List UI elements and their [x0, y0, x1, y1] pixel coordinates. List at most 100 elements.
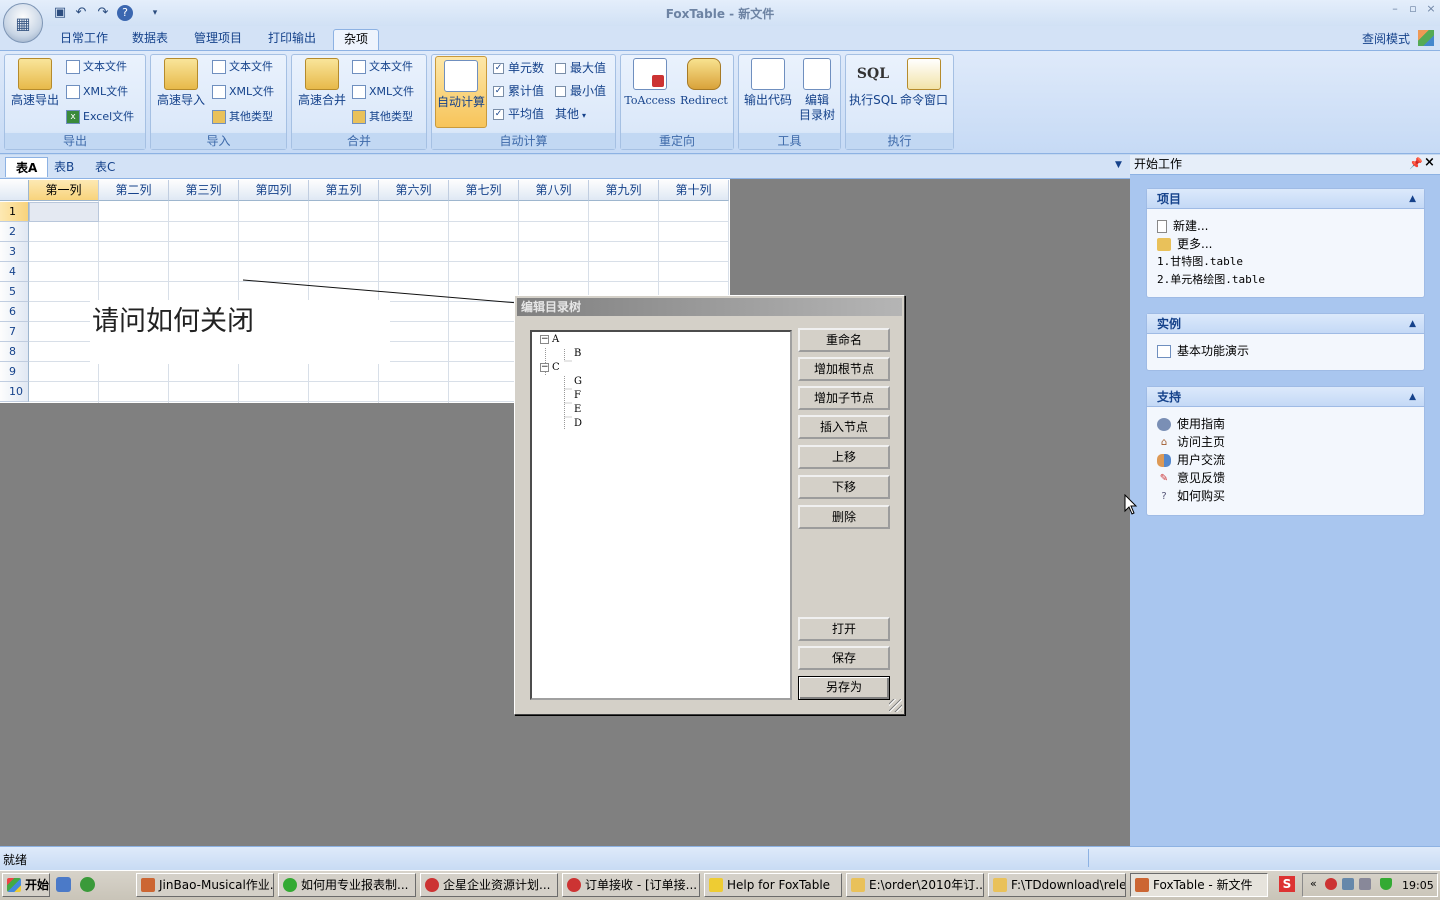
taskbar-item-2[interactable]: 如何用专业报表制... — [278, 873, 416, 897]
delete-button[interactable]: 删除 — [798, 505, 890, 529]
view-mode-button[interactable]: 查阅模式 — [1362, 30, 1410, 47]
recent-file-2[interactable]: 2.单元格绘图.table — [1147, 271, 1424, 289]
resize-grip-icon[interactable] — [889, 699, 902, 712]
collapse-up-icon[interactable]: ▲ — [1409, 314, 1416, 334]
merge-other-type[interactable]: 其他类型 — [352, 108, 413, 126]
collapse-up-icon[interactable]: ▲ — [1409, 387, 1416, 407]
sheet-list-dropdown-icon[interactable]: ▼ — [1115, 160, 1122, 170]
feedback-link[interactable]: ✎ 意见反馈 — [1147, 469, 1424, 487]
add-child-node-button[interactable]: 增加子节点 — [798, 386, 890, 410]
close-pane-icon[interactable]: × — [1424, 155, 1435, 170]
import-other-type[interactable]: 其他类型 — [212, 108, 273, 126]
move-down-button[interactable]: 下移 — [798, 475, 890, 499]
check-min[interactable]: 最小值 — [555, 82, 606, 100]
tree-view[interactable]: − A B − C G F E D — [530, 330, 792, 700]
tray-shield-icon[interactable] — [1380, 878, 1392, 890]
taskbar-item-1[interactable]: JinBao-Musical作业... — [136, 873, 274, 897]
tab-daily-work[interactable]: 日常工作 — [50, 29, 118, 50]
app-menu-button[interactable]: ▦ — [3, 3, 43, 43]
row-header[interactable]: 5 — [0, 282, 29, 302]
tree-node-e[interactable]: E — [574, 403, 581, 417]
new-link[interactable]: 新建... — [1147, 217, 1424, 235]
quicklaunch-browser-icon[interactable] — [80, 877, 95, 892]
exec-sql-button[interactable]: SQL 执行SQL — [849, 58, 897, 108]
export-excel-file[interactable]: x Excel文件 — [66, 108, 134, 126]
tree-node-f[interactable]: F — [574, 389, 581, 403]
open-button[interactable]: 打开 — [798, 617, 890, 641]
row-header[interactable]: 9 — [0, 362, 29, 382]
section-header[interactable]: 实例 ▲ — [1147, 314, 1424, 334]
row-header[interactable]: 3 — [0, 242, 29, 262]
tree-node-a[interactable]: − A — [540, 333, 559, 347]
to-access-button[interactable]: ToAccess — [624, 58, 676, 108]
taskbar-item-7[interactable]: F:\TDdownload\rele... — [988, 873, 1126, 897]
save-as-button[interactable]: 另存为 — [798, 676, 890, 700]
pin-icon[interactable]: 📌 — [1409, 157, 1423, 170]
sheet-tab-c[interactable]: 表C — [85, 157, 125, 177]
taskbar-item-8[interactable]: FoxTable - 新文件 — [1130, 873, 1268, 897]
export-text-file[interactable]: 文本文件 — [66, 58, 127, 76]
minimize-button[interactable]: – — [1386, 2, 1404, 18]
column-header[interactable]: 第十列 — [659, 180, 729, 201]
row-header[interactable]: 1 — [0, 202, 29, 222]
column-header[interactable]: 第一列 — [29, 180, 99, 201]
guide-link[interactable]: 使用指南 — [1147, 415, 1424, 433]
export-xml-file[interactable]: XML文件 — [66, 83, 128, 101]
check-max[interactable]: 最大值 — [555, 59, 606, 77]
basic-demo-link[interactable]: 基本功能演示 — [1147, 342, 1424, 360]
auto-calc-button[interactable]: 自动计算 — [435, 56, 487, 128]
import-xml-file[interactable]: XML文件 — [212, 83, 274, 101]
export-code-button[interactable]: 输出代码 — [742, 58, 794, 108]
collapse-icon[interactable]: − — [540, 335, 549, 344]
rename-button[interactable]: 重命名 — [798, 328, 890, 352]
users-icon[interactable] — [1418, 30, 1434, 46]
sheet-tab-a[interactable]: 表A — [5, 157, 49, 177]
homepage-link[interactable]: ⌂ 访问主页 — [1147, 433, 1424, 451]
section-header[interactable]: 支持 ▲ — [1147, 387, 1424, 407]
tray-app-icon[interactable] — [1325, 878, 1337, 890]
maximize-button[interactable]: ▫ — [1404, 2, 1422, 18]
column-header[interactable]: 第八列 — [519, 180, 589, 201]
column-header[interactable]: 第二列 — [99, 180, 169, 201]
fast-export-button[interactable]: 高速导出 — [8, 58, 62, 108]
redirect-button[interactable]: Redirect — [678, 58, 730, 108]
add-root-node-button[interactable]: 增加根节点 — [798, 357, 890, 381]
column-header[interactable]: 第六列 — [379, 180, 449, 201]
start-button[interactable]: 开始 — [2, 873, 50, 897]
recent-file-1[interactable]: 1.甘特图.table — [1147, 253, 1424, 271]
edit-tree-button[interactable]: 编辑 目录树 — [794, 58, 840, 123]
import-text-file[interactable]: 文本文件 — [212, 58, 273, 76]
row-header[interactable]: 8 — [0, 342, 29, 362]
save-button[interactable]: 保存 — [798, 646, 890, 670]
community-link[interactable]: 用户交流 — [1147, 451, 1424, 469]
tab-manage-project[interactable]: 管理项目 — [184, 29, 252, 50]
column-header[interactable]: 第三列 — [169, 180, 239, 201]
close-window-button[interactable]: × — [1422, 2, 1440, 18]
column-header[interactable]: 第四列 — [239, 180, 309, 201]
collapse-up-icon[interactable]: ▲ — [1409, 189, 1416, 209]
tray-monitor-icon[interactable] — [1359, 878, 1371, 890]
tree-node-g[interactable]: G — [574, 375, 582, 389]
column-header[interactable]: 第七列 — [449, 180, 519, 201]
tray-expand-icon[interactable]: « — [1310, 877, 1317, 890]
selected-cell[interactable] — [29, 202, 99, 222]
other-dropdown[interactable]: 其他 ▾ — [555, 105, 586, 123]
section-header[interactable]: 项目 ▲ — [1147, 189, 1424, 209]
taskbar-item-6[interactable]: E:\order\2010年订... — [846, 873, 984, 897]
tree-node-b[interactable]: B — [574, 347, 581, 361]
tray-network-icon[interactable] — [1342, 878, 1354, 890]
check-cumulative[interactable]: ✓ 累计值 — [493, 82, 544, 100]
command-window-button[interactable]: 命令窗口 — [898, 58, 950, 108]
row-header[interactable]: 10 — [0, 382, 29, 402]
row-header[interactable]: 2 — [0, 222, 29, 242]
move-up-button[interactable]: 上移 — [798, 445, 890, 469]
tab-misc[interactable]: 杂项 — [333, 29, 380, 50]
insert-node-button[interactable]: 插入节点 — [798, 415, 890, 439]
purchase-link[interactable]: ? 如何购买 — [1147, 487, 1424, 505]
merge-xml-file[interactable]: XML文件 — [352, 83, 414, 101]
check-cell-count[interactable]: ✓ 单元数 — [493, 59, 544, 77]
collapse-icon[interactable]: − — [540, 363, 549, 372]
column-header[interactable]: 第九列 — [589, 180, 659, 201]
select-all-corner[interactable] — [0, 180, 29, 201]
fast-import-button[interactable]: 高速导入 — [154, 58, 208, 108]
